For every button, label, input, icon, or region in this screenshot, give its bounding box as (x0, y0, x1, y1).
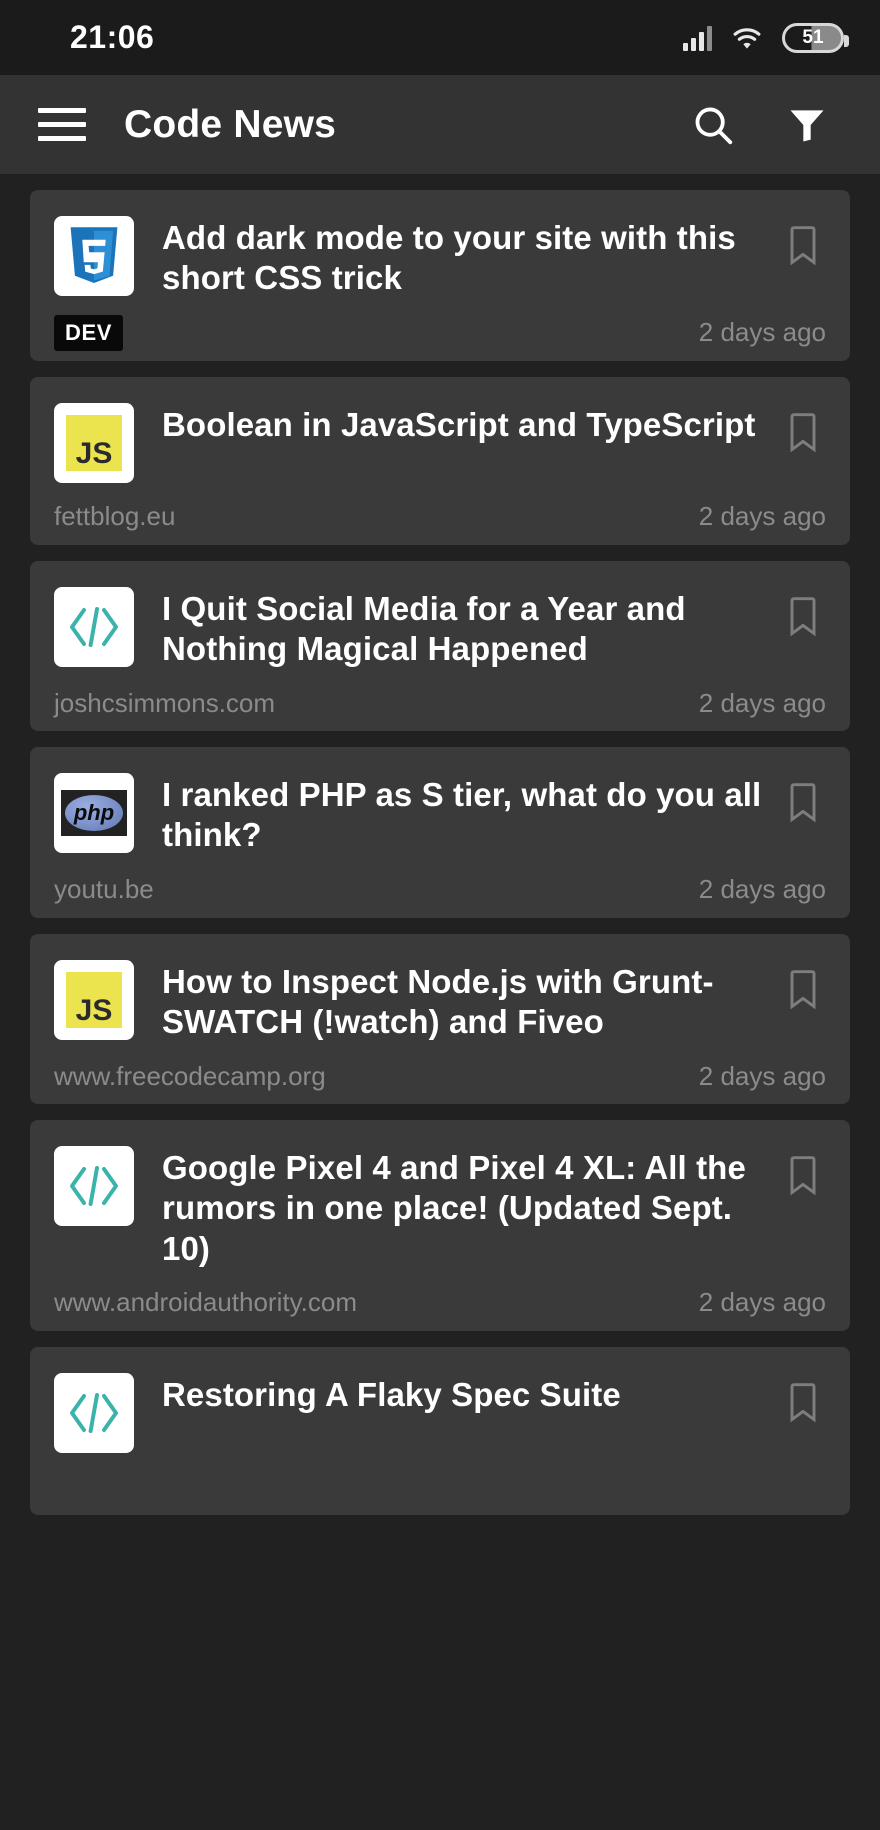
article-title: Add dark mode to your site with this sho… (162, 219, 736, 297)
article-title: Restoring A Flaky Spec Suite (162, 1375, 621, 1413)
article-source: www.androidauthority.com (54, 1287, 357, 1318)
app-bar: Code News (0, 75, 880, 174)
list-item[interactable]: Add dark mode to your site with this sho… (30, 190, 850, 361)
hamburger-menu-icon[interactable] (34, 102, 90, 148)
list-item[interactable]: Google Pixel 4 and Pixel 4 XL: All the r… (30, 1120, 850, 1331)
battery-icon: 51 (782, 22, 849, 53)
article-time: 2 days ago (698, 687, 826, 718)
card-top: JS How to Inspect Node.js with Grunt-SWA… (54, 959, 826, 1043)
bookmark-icon[interactable] (780, 1373, 826, 1425)
javascript-logo: JS (54, 402, 134, 483)
code-brackets-logo (54, 1372, 134, 1453)
card-top: I Quit Social Media for a Year and Nothi… (54, 586, 826, 670)
bookmark-icon[interactable] (780, 1146, 826, 1198)
article-title: I ranked PHP as S tier, what do you all … (162, 776, 762, 854)
card-footer: www.freecodecamp.org 2 days ago (54, 1042, 826, 1104)
code-brackets-logo (54, 1146, 134, 1226)
battery-level: 51 (802, 27, 824, 48)
card-footer: www.androidauthority.com 2 days ago (54, 1269, 826, 1331)
card-top: Restoring A Flaky Spec Suite (54, 1372, 826, 1453)
css3-logo (54, 216, 134, 296)
page-title: Code News (124, 102, 337, 146)
bookmark-icon[interactable] (780, 403, 826, 455)
wifi-icon (730, 25, 764, 51)
filter-icon[interactable] (782, 100, 832, 150)
app-bar-actions (688, 100, 850, 150)
article-time: 2 days ago (698, 317, 826, 347)
list-item[interactable]: JS Boolean in JavaScript and TypeScript … (30, 376, 850, 545)
article-time: 2 days ago (698, 874, 826, 904)
article-title: Google Pixel 4 and Pixel 4 XL: All the r… (162, 1149, 746, 1267)
javascript-logo: JS (54, 959, 134, 1040)
status-time: 21:06 (70, 19, 155, 55)
list-item[interactable]: I Quit Social Media for a Year and Nothi… (30, 560, 850, 731)
list-item[interactable]: Restoring A Flaky Spec Suite (30, 1346, 850, 1515)
status-icons: 51 (683, 22, 849, 53)
search-icon[interactable] (688, 100, 738, 150)
code-brackets-logo (54, 586, 134, 667)
article-source: joshcsimmons.com (54, 687, 276, 718)
article-title: I Quit Social Media for a Year and Nothi… (162, 589, 686, 667)
article-source: fettblog.eu (54, 501, 176, 531)
card-top: php I ranked PHP as S tier, what do you … (54, 773, 826, 856)
bookmark-icon[interactable] (780, 773, 826, 825)
signal-icon (683, 25, 712, 51)
card-top: Google Pixel 4 and Pixel 4 XL: All the r… (54, 1146, 826, 1269)
article-title: How to Inspect Node.js with Grunt-SWATCH… (162, 962, 714, 1040)
card-top: JS Boolean in JavaScript and TypeScript (54, 402, 826, 483)
card-footer: youtu.be 2 days ago (54, 856, 826, 918)
article-time: 2 days ago (698, 1287, 826, 1318)
status-bar: 21:06 51 (0, 0, 880, 75)
source-badge: DEV (54, 314, 124, 351)
list-item[interactable]: php I ranked PHP as S tier, what do you … (30, 747, 850, 918)
card-footer: DEV 2 days ago (54, 299, 826, 361)
card-top: Add dark mode to your site with this sho… (54, 216, 826, 299)
bookmark-icon[interactable] (780, 960, 826, 1012)
bookmark-icon[interactable] (780, 216, 826, 268)
article-list[interactable]: Add dark mode to your site with this sho… (0, 190, 880, 1515)
php-logo: php (54, 773, 134, 853)
article-title: Boolean in JavaScript and TypeScript (162, 405, 756, 443)
card-footer: joshcsimmons.com 2 days ago (54, 669, 826, 731)
article-source: www.freecodecamp.org (54, 1060, 326, 1091)
article-time: 2 days ago (698, 501, 826, 531)
bookmark-icon[interactable] (780, 587, 826, 639)
article-source: youtu.be (54, 874, 154, 904)
list-item[interactable]: JS How to Inspect Node.js with Grunt-SWA… (30, 933, 850, 1104)
card-footer (54, 1453, 826, 1515)
article-time: 2 days ago (698, 1060, 826, 1091)
card-footer: fettblog.eu 2 days ago (54, 483, 826, 545)
